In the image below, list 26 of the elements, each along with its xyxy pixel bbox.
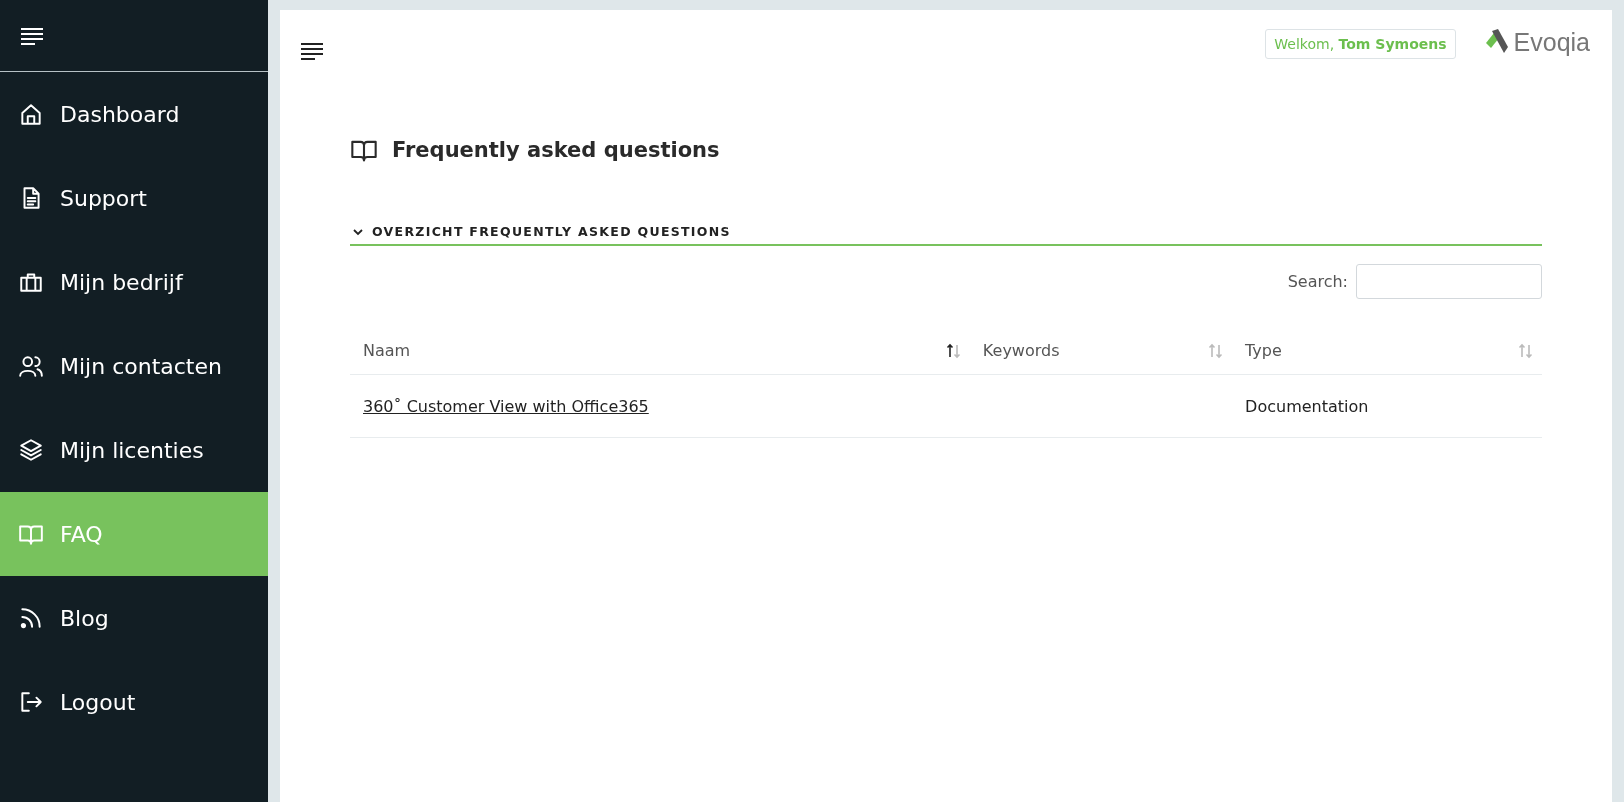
layers-icon <box>18 437 44 463</box>
sidebar-item[interactable]: Blog <box>0 576 268 660</box>
table-cell: Documentation <box>1245 396 1369 416</box>
column-header[interactable]: Keywords <box>982 341 1060 360</box>
users-icon <box>18 353 44 379</box>
sidebar-item[interactable]: Support <box>0 156 268 240</box>
logout-icon <box>18 689 44 715</box>
column-header[interactable]: Naam <box>363 341 411 360</box>
logo-icon <box>1483 29 1510 55</box>
search-field[interactable] <box>1356 264 1542 299</box>
page-title: Frequently asked questions <box>392 138 720 162</box>
sidebar-item[interactable]: Mijn bedrijf <box>0 240 268 324</box>
sidebar-item[interactable]: Dashboard <box>0 72 268 156</box>
faq-link[interactable]: 360˚ Customer View with Office365 <box>363 396 649 416</box>
home-icon <box>18 101 44 127</box>
section-title: OVERZICHT FREQUENTLY ASKED QUESTIONS <box>372 224 731 239</box>
welcome-message: Welkom, Tom Symoens <box>1265 29 1456 59</box>
sidebar-item[interactable]: Mijn licenties <box>0 408 268 492</box>
sidebar-item[interactable]: Logout <box>0 660 268 744</box>
search-label: Search: <box>1287 272 1348 291</box>
menu-icon[interactable] <box>300 42 324 60</box>
rss-icon <box>18 605 44 631</box>
sidebar-item[interactable]: Mijn contacten <box>0 324 268 408</box>
sort-icon[interactable] <box>945 342 962 359</box>
column-header[interactable]: Type <box>1245 341 1282 360</box>
logo-text: Evoqia <box>1513 27 1590 57</box>
